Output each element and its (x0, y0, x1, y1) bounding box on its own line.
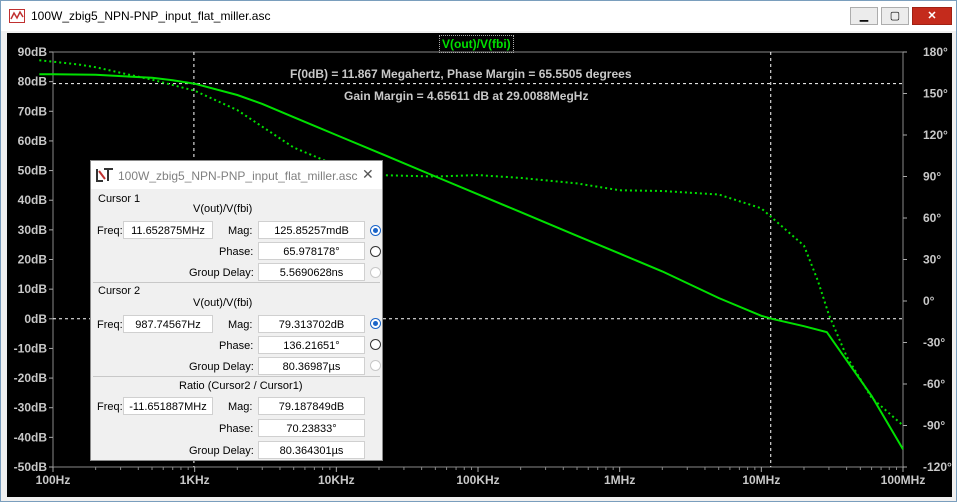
cursor1-mag-label: Mag: (228, 225, 253, 237)
cursor1-freq-label: Freq: (97, 225, 123, 237)
y-left-tick-label: 90dB (18, 45, 48, 59)
y-left-tick-label: 70dB (18, 104, 48, 118)
cursor2-freq-field[interactable]: 987.74567Hz (123, 315, 213, 333)
trace-label[interactable]: V(out)/V(fbi) (439, 35, 514, 53)
y-right-tick-label: -120° (923, 460, 952, 474)
y-left-tick-label: -40dB (14, 430, 48, 444)
y-left-tick-label: -10dB (14, 341, 48, 355)
x-tick-label: 1MHz (604, 473, 635, 487)
cursor2-phase-radio[interactable] (370, 339, 381, 350)
cursor1-mag-radio[interactable] (370, 225, 381, 236)
y-right-tick-label: 30° (923, 253, 941, 267)
x-tick-label: 100Hz (36, 473, 71, 487)
cursor2-phase-label: Phase: (219, 340, 254, 352)
y-left-tick-label: -30dB (14, 401, 48, 415)
x-tick-label: 100MHz (881, 473, 926, 487)
y-left-tick-label: 80dB (18, 75, 48, 89)
title-bar: 100W_zbig5_NPN-PNP_input_flat_miller.asc… (1, 1, 956, 31)
cursor1-phase-field[interactable]: 65.978178° (258, 242, 365, 260)
y-left-tick-label: 0dB (24, 312, 47, 326)
cursor2-mag-label: Mag: (228, 319, 253, 331)
ltspice-logo-icon (96, 168, 113, 182)
cursor1-trace: V(out)/V(fbi) (193, 203, 253, 215)
y-left-tick-label: -50dB (14, 460, 48, 474)
waveform-app-icon (9, 9, 25, 23)
y-right-tick-label: -30° (923, 336, 945, 350)
y-right-tick-label: 150° (923, 87, 948, 101)
ratio-gd-label: Group Delay: (189, 445, 254, 457)
y-left-tick-label: 60dB (18, 134, 48, 148)
separator-2 (93, 376, 380, 377)
cursor2-gd-field[interactable]: 80.36987µs (258, 357, 365, 375)
y-left-tick-label: -20dB (14, 371, 48, 385)
x-tick-label: 100KHz (456, 473, 499, 487)
cursor1-phase-label: Phase: (219, 246, 254, 258)
y-right-tick-label: 180° (923, 45, 948, 59)
cursor1-heading: Cursor 1 (98, 193, 141, 205)
cursor2-trace: V(out)/V(fbi) (193, 297, 253, 309)
cursor1-gd-label: Group Delay: (189, 267, 254, 279)
cursor2-gd-radio[interactable] (370, 360, 381, 371)
cursor1-mag-field[interactable]: 125.85257mdB (258, 221, 365, 239)
separator-1 (93, 282, 380, 283)
dialog-title-bar: 100W_zbig5_NPN-PNP_input_flat_miller.asc… (91, 161, 382, 189)
x-tick-label: 1KHz (180, 473, 210, 487)
y-left-tick-label: 40dB (18, 193, 48, 207)
cursor2-mag-field[interactable]: 79.313702dB (258, 315, 365, 333)
x-tick-label: 10MHz (742, 473, 780, 487)
window-title: 100W_zbig5_NPN-PNP_input_flat_miller.asc (31, 9, 271, 23)
y-right-tick-label: 60° (923, 211, 941, 225)
y-left-tick-label: 10dB (18, 282, 48, 296)
y-left-tick-label: 50dB (18, 164, 48, 178)
crossover-info: F(0dB) = 11.867 Megahertz, Phase Margin … (290, 67, 632, 81)
cursor1-gd-radio[interactable] (370, 267, 381, 278)
gain-margin-info: Gain Margin = 4.65611 dB at 29.0088MegHz (344, 89, 589, 103)
cursor1-gd-field[interactable]: 5.5690628ns (258, 263, 365, 281)
y-left-tick-label: 20dB (18, 253, 48, 267)
cursor2-freq-label: Freq: (97, 319, 123, 331)
cursor2-heading: Cursor 2 (98, 285, 141, 297)
ratio-freq-label: Freq: (97, 401, 123, 413)
cursor1-freq-field[interactable]: 11.652875MHz (123, 221, 213, 239)
cursor1-phase-radio[interactable] (370, 246, 381, 257)
cursor2-gd-label: Group Delay: (189, 361, 254, 373)
cursor2-mag-radio[interactable] (370, 318, 381, 329)
cursor2-phase-field[interactable]: 136.21651° (258, 336, 365, 354)
ratio-mag-field[interactable]: 79.187849dB (258, 397, 365, 415)
dialog-close-icon[interactable]: ✕ (362, 166, 374, 183)
dialog-title: 100W_zbig5_NPN-PNP_input_flat_miller.asc (118, 169, 358, 183)
minimize-button[interactable]: ▁ (850, 7, 878, 25)
ratio-phase-field[interactable]: 70.23833° (258, 419, 365, 437)
cursor-dialog: 100W_zbig5_NPN-PNP_input_flat_miller.asc… (90, 160, 383, 461)
ratio-freq-field[interactable]: -11.651887MHz (123, 397, 213, 415)
y-right-tick-label: 120° (923, 128, 948, 142)
close-button[interactable]: ✕ (912, 7, 952, 25)
app-window: 100W_zbig5_NPN-PNP_input_flat_miller.asc… (0, 0, 957, 502)
y-left-tick-label: 30dB (18, 223, 48, 237)
x-tick-label: 10KHz (318, 473, 355, 487)
y-right-tick-label: 90° (923, 170, 941, 184)
ratio-gd-field[interactable]: 80.364301µs (258, 441, 365, 459)
y-right-tick-label: -90° (923, 419, 945, 433)
ratio-phase-label: Phase: (219, 423, 254, 435)
ratio-mag-label: Mag: (228, 401, 253, 413)
ratio-heading: Ratio (Cursor2 / Cursor1) (179, 380, 303, 392)
y-right-tick-label: 0° (923, 294, 935, 308)
y-right-tick-label: -60° (923, 377, 945, 391)
maximize-button[interactable]: ▢ (881, 7, 909, 25)
